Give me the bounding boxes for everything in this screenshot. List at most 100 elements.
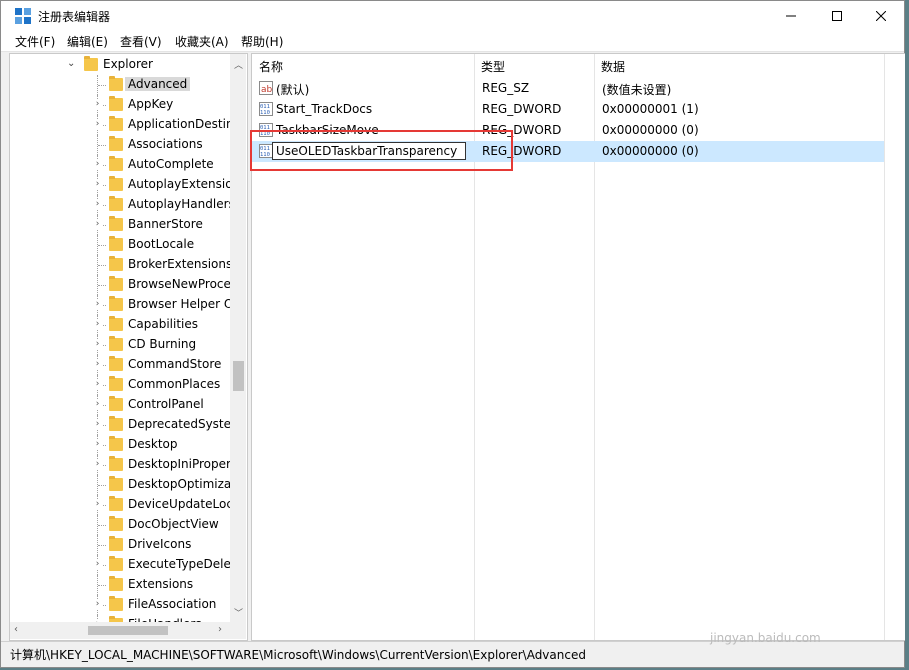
tree-item[interactable]: DriveIcons: [10, 535, 230, 555]
chevron-right-icon[interactable]: ›: [93, 400, 102, 409]
chevron-right-icon[interactable]: ›: [93, 560, 102, 569]
chevron-right-icon[interactable]: ›: [93, 600, 102, 609]
chevron-right-icon[interactable]: ›: [93, 180, 102, 189]
tree-item[interactable]: BrowseNewProces: [10, 275, 230, 295]
tree-item[interactable]: › CommonPlaces: [10, 375, 230, 395]
chevron-right-icon[interactable]: ›: [93, 200, 102, 209]
tree-item[interactable]: ›FileHandlers: [10, 615, 230, 622]
close-icon: [876, 11, 886, 21]
tree-item-label: DriveIcons: [128, 537, 192, 551]
folder-icon: [109, 276, 123, 291]
menu-file[interactable]: 文件(F): [15, 33, 55, 50]
tree-item[interactable]: › AppKey: [10, 95, 230, 115]
tree-item[interactable]: › DeviceUpdateLoca: [10, 495, 230, 515]
maximize-button[interactable]: [814, 1, 860, 31]
tree-item[interactable]: › BannerStore: [10, 215, 230, 235]
tree-item[interactable]: › Browser Helper Ol: [10, 295, 230, 315]
tree-connector: [98, 585, 106, 587]
chevron-right-icon[interactable]: ›: [93, 500, 102, 509]
tree-item-label: DesktopIniPropert: [128, 457, 230, 471]
tree-item[interactable]: › AutoplayExtension: [10, 175, 230, 195]
tree-item-label: BootLocale: [128, 237, 195, 251]
folder-icon: [109, 596, 123, 611]
baidu-watermark: Baidu经验 jingyan.baidu.com: [692, 575, 872, 655]
tree-item-label: ApplicationDestina: [128, 117, 230, 131]
tree-item[interactable]: › CD Burning: [10, 335, 230, 355]
chevron-right-icon[interactable]: ›: [93, 100, 102, 109]
tree-item[interactable]: › FileAssociation: [10, 595, 230, 615]
tree-vertical-scrollbar[interactable]: ︿ ﹀: [230, 54, 246, 622]
dword-value-icon: 011 110: [259, 102, 273, 116]
tree-item-label: CD Burning: [128, 337, 197, 351]
tree-item[interactable]: › CommandStore: [10, 355, 230, 375]
folder-icon: [109, 316, 123, 331]
value-data: (数值未设置): [602, 83, 672, 97]
close-button[interactable]: [858, 1, 904, 31]
chevron-right-icon[interactable]: ›: [93, 300, 102, 309]
scroll-down-icon[interactable]: ﹀: [234, 606, 243, 619]
chevron-right-icon[interactable]: ›: [93, 460, 102, 469]
chevron-right-icon[interactable]: ›: [93, 320, 102, 329]
key-tree-pane[interactable]: ⌄ Explorer Advanced › AppKey › ApplicationDe…: [9, 53, 248, 641]
folder-icon: [109, 136, 123, 151]
tree-item-label: AutoplayHandlers: [128, 197, 230, 211]
tree-item[interactable]: DesktopOptimizati: [10, 475, 230, 495]
menu-view[interactable]: 查看(V): [120, 33, 162, 50]
column-header-name[interactable]: 名称: [259, 58, 283, 80]
scroll-left-icon[interactable]: ‹: [14, 624, 18, 635]
chevron-right-icon[interactable]: ›: [93, 160, 102, 169]
folder-icon: [109, 416, 123, 431]
tree-item[interactable]: BrokerExtensions: [10, 255, 230, 275]
tree-item-label: DeviceUpdateLoca: [128, 497, 230, 511]
chevron-right-icon[interactable]: ›: [93, 120, 102, 129]
tree-item-label: DesktopOptimizati: [128, 477, 230, 491]
chevron-down-icon[interactable]: ⌄: [67, 58, 75, 69]
tree-horizontal-scrollbar[interactable]: ‹ ›: [10, 622, 230, 639]
folder-icon: [109, 216, 123, 231]
tree-item[interactable]: Advanced: [10, 75, 230, 95]
tree-item[interactable]: BootLocale: [10, 235, 230, 255]
tree-item[interactable]: Associations: [10, 135, 230, 155]
tree-item[interactable]: › Desktop: [10, 435, 230, 455]
chevron-right-icon[interactable]: ›: [93, 440, 102, 449]
folder-icon: [109, 336, 123, 351]
tree-item[interactable]: › Capabilities: [10, 315, 230, 335]
tree-item[interactable]: › DeprecatedSystem: [10, 415, 230, 435]
chevron-right-icon[interactable]: ›: [93, 340, 102, 349]
tree-item[interactable]: › AutoplayHandlers: [10, 195, 230, 215]
value-row[interactable]: 011 110 Start_TrackDocs REG_DWORD 0x0000…: [252, 99, 884, 120]
menu-help[interactable]: 帮助(H): [241, 33, 283, 50]
column-header-type[interactable]: 类型: [481, 58, 505, 80]
minimize-button[interactable]: [768, 1, 814, 31]
tree-item[interactable]: › ControlPanel: [10, 395, 230, 415]
value-name: Start_TrackDocs: [276, 102, 373, 116]
menu-edit[interactable]: 编辑(E): [67, 33, 108, 50]
tree-item[interactable]: › DesktopIniPropert: [10, 455, 230, 475]
value-data: 0x00000000 (0): [602, 144, 699, 158]
tree-item[interactable]: Extensions: [10, 575, 230, 595]
column-divider[interactable]: [884, 54, 885, 640]
tree-scroll-thumb[interactable]: [233, 361, 244, 391]
folder-icon: [109, 76, 123, 91]
scroll-right-icon[interactable]: ›: [218, 624, 222, 635]
tree-item-explorer[interactable]: ⌄ Explorer: [10, 55, 230, 75]
chevron-right-icon[interactable]: ›: [93, 420, 102, 429]
chevron-right-icon[interactable]: ›: [93, 220, 102, 229]
folder-icon: [109, 476, 123, 491]
tree-connector: [98, 525, 106, 527]
tree-item[interactable]: › ExecuteTypeDeleg: [10, 555, 230, 575]
tree-item[interactable]: DocObjectView: [10, 515, 230, 535]
folder-icon: [109, 536, 123, 551]
value-row[interactable]: ab (默认) REG_SZ (数值未设置): [252, 78, 884, 99]
tree-item[interactable]: › AutoComplete: [10, 155, 230, 175]
tree-hscroll-thumb[interactable]: [88, 626, 168, 635]
tree-item[interactable]: › ApplicationDestina: [10, 115, 230, 135]
column-header-data[interactable]: 数据: [601, 58, 625, 80]
folder-icon: [109, 116, 123, 131]
chevron-right-icon[interactable]: ›: [93, 380, 102, 389]
scroll-up-icon[interactable]: ︿: [234, 58, 243, 71]
menu-favorites[interactable]: 收藏夹(A): [175, 33, 229, 50]
tree-connector: [98, 85, 106, 87]
chevron-right-icon[interactable]: ›: [93, 360, 102, 369]
tree-item-label: AppKey: [128, 97, 174, 111]
